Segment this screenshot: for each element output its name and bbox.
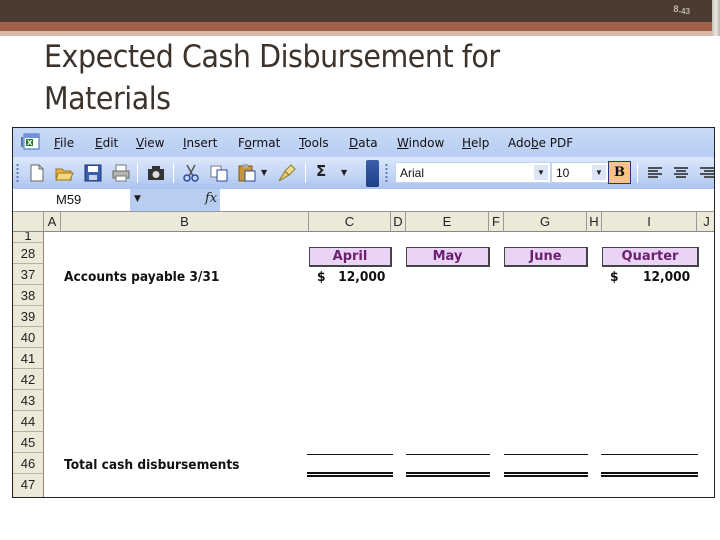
formula-bar: M59 ▼ fx xyxy=(13,189,714,211)
menu-adobe-pdf[interactable]: Adobe PDF xyxy=(508,136,573,150)
autosum-dropdown-icon[interactable]: ▼ xyxy=(341,168,347,177)
autosum-icon[interactable]: Σ xyxy=(316,162,326,180)
may-subtotal-line xyxy=(406,454,490,455)
accounts-payable-label[interactable]: Accounts payable 3/31 xyxy=(64,270,219,285)
font-name-select[interactable]: Arial ▼ xyxy=(395,162,551,183)
menu-insert[interactable]: Insert xyxy=(183,136,217,150)
open-icon[interactable] xyxy=(54,163,74,183)
font-size-select[interactable]: 10 ▼ xyxy=(551,162,609,183)
column-header-d[interactable]: D xyxy=(391,212,406,232)
header-june[interactable]: June xyxy=(504,247,588,267)
column-header-f[interactable]: F xyxy=(489,212,504,232)
april-total-double-line xyxy=(307,472,393,477)
column-header-a[interactable]: A xyxy=(44,212,61,232)
font-size-dropdown-icon[interactable]: ▼ xyxy=(592,165,606,180)
quarter-total-double-line xyxy=(601,472,698,477)
menu-edit[interactable]: Edit xyxy=(95,136,118,150)
slide-title: Expected Cash Disbursement for Materials xyxy=(44,39,500,117)
save-icon[interactable] xyxy=(83,163,103,183)
menu-help[interactable]: Help xyxy=(462,136,489,150)
excel-app-icon[interactable]: X xyxy=(21,133,41,151)
slide-header-bar xyxy=(0,0,720,22)
header-april[interactable]: April xyxy=(309,247,392,267)
row-header-43[interactable]: 43 xyxy=(13,390,44,411)
row-header-47[interactable]: 47 xyxy=(13,474,44,497)
column-headers: A B C D E F G H I J xyxy=(13,211,714,232)
menu-data[interactable]: Data xyxy=(349,136,378,150)
column-header-c[interactable]: C xyxy=(309,212,391,232)
column-header-h[interactable]: H xyxy=(587,212,602,232)
font-size-value: 10 xyxy=(556,166,570,180)
toolbar-separator xyxy=(637,163,638,183)
june-subtotal-line xyxy=(504,454,588,455)
excel-window: X File Edit View Insert Format Tools Dat… xyxy=(12,127,715,498)
menu-format[interactable]: Format xyxy=(238,136,280,150)
cut-icon[interactable] xyxy=(181,163,201,183)
row-header-41[interactable]: 41 xyxy=(13,348,44,369)
menu-window[interactable]: Window xyxy=(397,136,444,150)
menu-bar: X File Edit View Insert Format Tools Dat… xyxy=(13,128,714,157)
formula-input[interactable] xyxy=(220,189,714,211)
menu-view[interactable]: View xyxy=(136,136,164,150)
quarter-subtotal-line xyxy=(601,454,698,455)
row-header-38[interactable]: 38 xyxy=(13,285,44,306)
row-header-40[interactable]: 40 xyxy=(13,327,44,348)
bold-button[interactable]: B xyxy=(608,161,631,184)
toolbar-separator xyxy=(173,163,174,183)
toolbar: ▼ Σ ▼ Arial ▼ 10 ▼ B xyxy=(13,157,715,189)
print-icon[interactable] xyxy=(111,163,131,183)
slide-number-sub: -43 xyxy=(678,7,690,16)
column-header-e[interactable]: E xyxy=(406,212,489,232)
paste-icon[interactable] xyxy=(237,163,257,183)
quarter-accounts-payable[interactable]: 12,000 xyxy=(643,270,690,285)
name-box[interactable]: M59 xyxy=(13,189,130,211)
fx-icon[interactable]: fx xyxy=(185,189,220,211)
toolbar-grip[interactable] xyxy=(385,163,388,183)
align-left-icon[interactable] xyxy=(645,163,665,183)
column-header-j[interactable]: J xyxy=(697,212,714,232)
align-center-icon[interactable] xyxy=(671,163,691,183)
row-header-46[interactable]: 46 xyxy=(13,453,44,474)
row-header-45[interactable]: 45 xyxy=(13,432,44,453)
row-header-1[interactable]: 1 xyxy=(13,232,44,243)
column-header-g[interactable]: G xyxy=(504,212,587,232)
april-subtotal-line xyxy=(307,454,393,455)
row-header-28[interactable]: 28 xyxy=(13,243,44,264)
slide-header-stripe xyxy=(0,22,720,31)
svg-text:X: X xyxy=(27,139,33,147)
row-header-44[interactable]: 44 xyxy=(13,411,44,432)
slide-number: 8-43 xyxy=(673,4,690,16)
june-total-double-line xyxy=(504,472,588,477)
row-header-37[interactable]: 37 xyxy=(13,264,44,285)
may-total-double-line xyxy=(406,472,490,477)
font-name-dropdown-icon[interactable]: ▼ xyxy=(534,165,548,180)
toolbar-overflow-button[interactable] xyxy=(366,160,379,187)
copy-icon[interactable] xyxy=(209,163,229,183)
name-box-dropdown-icon[interactable]: ▼ xyxy=(130,189,185,211)
font-name-value: Arial xyxy=(400,166,425,180)
row-header-42[interactable]: 42 xyxy=(13,369,44,390)
toolbar-separator xyxy=(137,163,138,183)
header-may[interactable]: May xyxy=(406,247,490,267)
april-accounts-payable[interactable]: $ 12,000 xyxy=(317,270,385,285)
menu-file[interactable]: File xyxy=(54,136,74,150)
format-painter-icon[interactable] xyxy=(277,163,297,183)
quarter-dollar-sign[interactable]: $ xyxy=(610,270,619,285)
paste-dropdown-icon[interactable]: ▼ xyxy=(261,168,267,177)
select-all-corner[interactable] xyxy=(13,212,44,232)
menu-tools[interactable]: Tools xyxy=(299,136,329,150)
camera-icon[interactable] xyxy=(146,163,166,183)
toolbar-grip[interactable] xyxy=(16,163,19,183)
column-header-b[interactable]: B xyxy=(61,212,309,232)
row-header-39[interactable]: 39 xyxy=(13,306,44,327)
slide-edge xyxy=(712,0,720,36)
header-quarter[interactable]: Quarter xyxy=(602,247,699,267)
column-header-i[interactable]: I xyxy=(602,212,697,232)
total-cash-disbursements-label[interactable]: Total cash disbursements xyxy=(64,458,239,473)
align-right-icon[interactable] xyxy=(697,163,715,183)
toolbar-separator xyxy=(305,163,306,183)
new-icon[interactable] xyxy=(27,163,47,183)
